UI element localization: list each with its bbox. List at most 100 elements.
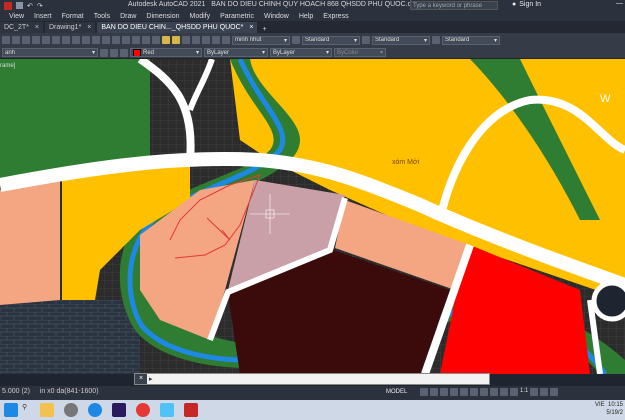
workspace-icon[interactable] [530,388,539,396]
make-current-icon[interactable] [110,48,118,57]
menu-window[interactable]: Window [259,13,294,20]
settings-icon[interactable] [540,388,549,396]
redo-icon[interactable]: ↷ [37,2,43,10]
dim-style-dropdown[interactable]: Standard ▾ [302,35,360,45]
layer-previous-icon[interactable] [120,48,128,57]
premiere-icon[interactable] [112,403,126,417]
print-icon[interactable] [32,36,40,44]
tab-drawing1[interactable]: Drawing1* × [45,22,96,33]
color-swatch [133,49,141,56]
close-icon[interactable]: × [35,24,39,31]
design-center-icon[interactable] [172,36,180,44]
text-style-value: minh nhut [235,37,262,43]
customize-icon[interactable] [550,388,559,396]
menu-modify[interactable]: Modify [185,13,216,20]
table-style-icon[interactable] [362,36,370,44]
command-icon: ▸ [149,376,153,383]
osnap-icon[interactable] [460,388,468,396]
search-box[interactable]: Type a keyword or phrase [410,1,498,10]
app-logo-icon[interactable] [4,1,12,10]
publish-icon[interactable] [52,36,60,44]
autocad-icon[interactable] [184,403,198,417]
paste-icon[interactable] [82,36,90,44]
save-icon[interactable] [22,36,30,44]
close-icon[interactable]: × [249,24,253,31]
viewcube-letter[interactable]: W [600,93,610,105]
transparency-icon[interactable] [490,388,498,396]
zalo-icon[interactable] [160,403,174,417]
otrack-icon[interactable] [470,388,478,396]
tab-ban-do[interactable]: BAN DO DIEU CHIN..._QHSDD PHU QUOC* × [97,22,258,33]
menu-tools[interactable]: Tools [89,13,115,20]
tab-dc-2t[interactable]: DC_2T* × [0,22,43,33]
sign-in[interactable]: ● Sign In [512,1,541,8]
drawing-canvas[interactable]: rame] xóm Mới W [0,59,625,374]
copy-icon[interactable] [72,36,80,44]
preview-icon[interactable] [42,36,50,44]
plotstyle-dropdown[interactable]: ByColor ▾ [334,48,386,57]
pan-icon[interactable] [122,36,130,44]
annotation-icon[interactable] [510,388,518,396]
new-icon[interactable] [2,36,10,44]
match-icon[interactable] [92,36,100,44]
text-style-icon[interactable] [222,36,230,44]
menu-format[interactable]: Format [57,13,89,20]
zoom-icon[interactable] [132,36,140,44]
zoom-window-icon[interactable] [142,36,150,44]
grid-icon[interactable] [420,388,428,396]
chrome-icon[interactable] [136,403,150,417]
ortho-icon[interactable] [440,388,448,396]
calculator-icon[interactable] [212,36,220,44]
selection-cycling-icon[interactable] [500,388,508,396]
polar-icon[interactable] [450,388,458,396]
tool-palettes-icon[interactable] [182,36,190,44]
close-icon[interactable]: × [135,374,147,384]
undo-icon[interactable]: ↶ [27,2,33,10]
model-space-button[interactable]: MODEL [386,389,407,395]
color-value: Red [143,49,155,56]
dim-style-icon[interactable] [292,36,300,44]
file-explorer-icon[interactable] [40,403,54,417]
clock-time[interactable]: 10:15 [608,402,623,408]
text-style-dropdown[interactable]: minh nhut ▾ [232,35,290,45]
layer-dropdown[interactable]: anh ▾ [2,48,98,57]
open-icon[interactable] [12,36,20,44]
lineweight-dropdown[interactable]: ByLayer ▾ [270,48,332,57]
table-style-dropdown[interactable]: Standard ▾ [372,35,430,45]
search-icon[interactable]: ⚲ [22,403,36,417]
layer-properties-icon[interactable] [100,48,108,57]
zoom-previous-icon[interactable] [152,36,160,44]
command-line[interactable]: × ▸ [134,373,490,385]
clock-date[interactable]: 5/19/2 [606,410,623,416]
menu-draw[interactable]: Draw [115,13,141,20]
annotation-scale[interactable]: 1:1 [520,388,528,396]
close-icon[interactable]: × [87,24,91,31]
save-icon[interactable] [16,2,23,9]
edge-icon[interactable] [88,403,102,417]
menu-express[interactable]: Express [318,13,353,20]
mleader-style-icon[interactable] [432,36,440,44]
cut-icon[interactable] [62,36,70,44]
menu-view[interactable]: View [4,13,29,20]
snap-icon[interactable] [430,388,438,396]
windows-start-icon[interactable] [4,403,18,417]
settings-icon[interactable] [64,403,78,417]
mleader-style-value: Standard [445,37,470,43]
language-indicator[interactable]: VIE [595,402,605,408]
linetype-dropdown[interactable]: ByLayer ▾ [204,48,268,57]
menu-dimension[interactable]: Dimension [141,13,184,20]
markup-icon[interactable] [202,36,210,44]
sheet-set-icon[interactable] [192,36,200,44]
properties-icon[interactable] [162,36,170,44]
minimize-icon[interactable]: — [616,0,623,7]
menu-help[interactable]: Help [294,13,318,20]
color-dropdown[interactable]: Red ▾ [130,48,202,57]
undo-icon[interactable] [102,36,110,44]
status-bar: 5.000 (2) in x0 da(841-1600) MODEL 1:1 [0,386,625,400]
new-tab-icon[interactable]: + [262,26,266,33]
redo-icon[interactable] [112,36,120,44]
lineweight-icon[interactable] [480,388,488,396]
mleader-style-dropdown[interactable]: Standard ▾ [442,35,500,45]
menu-parametric[interactable]: Parametric [215,13,259,20]
menu-insert[interactable]: Insert [29,13,57,20]
